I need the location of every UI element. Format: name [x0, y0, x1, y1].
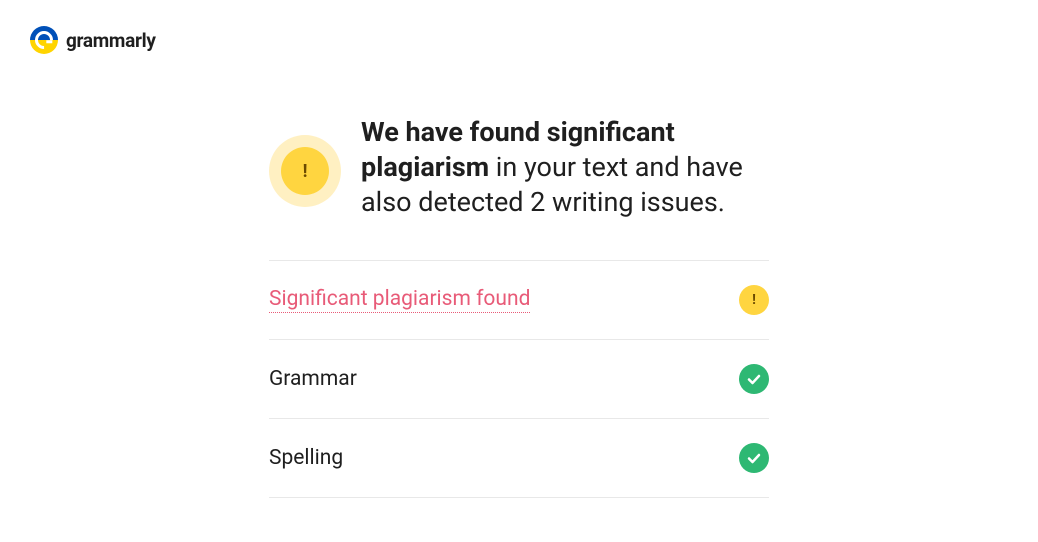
result-row-plagiarism[interactable]: Significant plagiarism found !: [269, 261, 769, 340]
summary-message: We have found significant plagiarism in …: [361, 115, 769, 220]
row-label: Grammar: [269, 367, 357, 391]
success-status-icon: [739, 364, 769, 394]
exclamation-icon: !: [752, 292, 756, 308]
success-status-icon: [739, 443, 769, 473]
exclamation-icon: !: [303, 161, 308, 182]
summary-alert-badge: !: [269, 135, 341, 207]
result-row-grammar[interactable]: Grammar: [269, 340, 769, 419]
row-label: Significant plagiarism found: [269, 287, 530, 313]
main-content: ! We have found significant plagiarism i…: [269, 115, 769, 498]
brand-name: grammarly: [66, 29, 156, 52]
row-label: Spelling: [269, 446, 343, 470]
grammarly-logo-icon: [30, 26, 58, 54]
result-row-spelling[interactable]: Spelling: [269, 419, 769, 498]
checkmark-icon: [746, 450, 762, 466]
header: grammarly: [0, 0, 1038, 80]
checkmark-icon: [746, 371, 762, 387]
summary-section: ! We have found significant plagiarism i…: [269, 115, 769, 220]
warning-status-icon: !: [739, 285, 769, 315]
